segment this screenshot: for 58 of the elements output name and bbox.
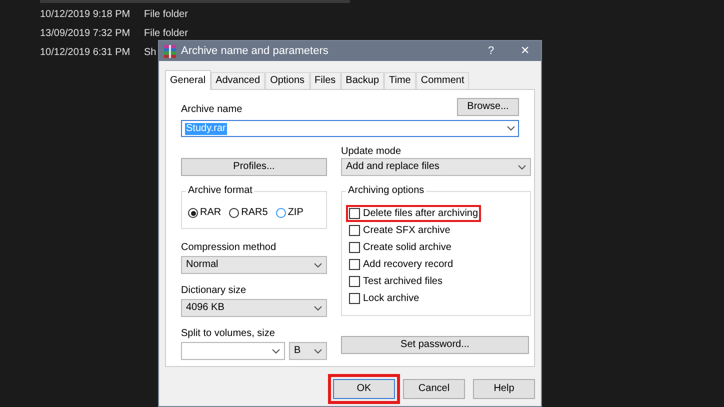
checkbox-label: Create solid archive — [363, 242, 452, 254]
tab[interactable]: Comment — [416, 72, 470, 89]
radio-button[interactable] — [188, 208, 198, 218]
checkbox[interactable] — [349, 225, 360, 236]
file-type: Sh — [144, 46, 156, 58]
modified-date: 13/09/2019 7:32 PM — [40, 28, 132, 40]
compression-dropdown[interactable]: Normal — [181, 256, 327, 274]
browse-button[interactable]: Browse... — [457, 98, 519, 116]
help-button[interactable]: ? — [479, 45, 503, 57]
field-label: Compression method — [181, 242, 276, 253]
chevron-down-icon — [314, 306, 322, 310]
checkbox-label: Test archived files — [363, 276, 442, 288]
radio-label: ZIP — [288, 207, 304, 219]
chevron-down-icon — [507, 126, 515, 131]
dictionary-dropdown[interactable]: 4096 KB — [181, 299, 327, 317]
tab[interactable]: General — [165, 70, 211, 90]
tab[interactable]: Options — [265, 72, 310, 89]
field-label: Archive name — [181, 104, 242, 116]
tab[interactable]: Advanced — [210, 72, 266, 89]
file-type: File folder — [144, 28, 188, 40]
radio-button[interactable] — [229, 208, 240, 218]
checkbox[interactable] — [349, 293, 360, 304]
checkbox-label: Add recovery record — [363, 258, 454, 270]
unit-dropdown[interactable]: B — [289, 342, 327, 360]
field-label: Split to volumes, size — [181, 328, 275, 339]
tab[interactable]: Files — [310, 72, 341, 89]
chevron-down-icon — [314, 348, 322, 354]
window-title: Archive name and parameters — [181, 45, 330, 57]
checkbox-label: Create SFX archive — [363, 224, 450, 236]
set-password-button[interactable]: Set password... — [341, 336, 529, 354]
profiles-button[interactable]: Profiles... — [181, 158, 327, 176]
radio-button[interactable] — [276, 208, 286, 218]
group-label: Archiving options — [346, 185, 426, 197]
checkbox[interactable] — [349, 259, 360, 270]
radio-label: RAR — [200, 207, 222, 219]
chevron-down-icon — [272, 348, 280, 354]
archive-name-value: Study.rar — [185, 122, 227, 134]
checkbox[interactable] — [349, 276, 360, 287]
field-label: Dictionary size — [181, 285, 246, 296]
dialog-button[interactable]: OK — [333, 379, 395, 399]
modified-date: 10/12/2019 6:31 PM — [40, 46, 132, 58]
chevron-down-icon — [518, 164, 526, 170]
checkbox-label: Lock archive — [363, 292, 420, 304]
tab[interactable]: Time — [384, 72, 416, 89]
file-type: File folder — [144, 8, 188, 20]
checkbox[interactable] — [349, 242, 360, 253]
modified-date: 10/12/2019 9:18 PM — [40, 8, 132, 20]
checkbox[interactable] — [349, 208, 360, 219]
checkbox-label: Delete files after archiving — [363, 208, 478, 220]
close-button[interactable]: ✕ — [513, 45, 537, 57]
tab[interactable]: Backup — [340, 72, 384, 89]
radio-label: RAR5 — [241, 207, 268, 219]
chevron-down-icon — [314, 262, 322, 268]
field-label: Update mode — [341, 146, 402, 158]
dialog-button[interactable]: Help — [473, 379, 535, 399]
archive-books-icon — [163, 44, 177, 58]
update-mode-dropdown[interactable]: Add and replace files — [341, 158, 531, 176]
dialog-button[interactable]: Cancel — [403, 379, 465, 399]
